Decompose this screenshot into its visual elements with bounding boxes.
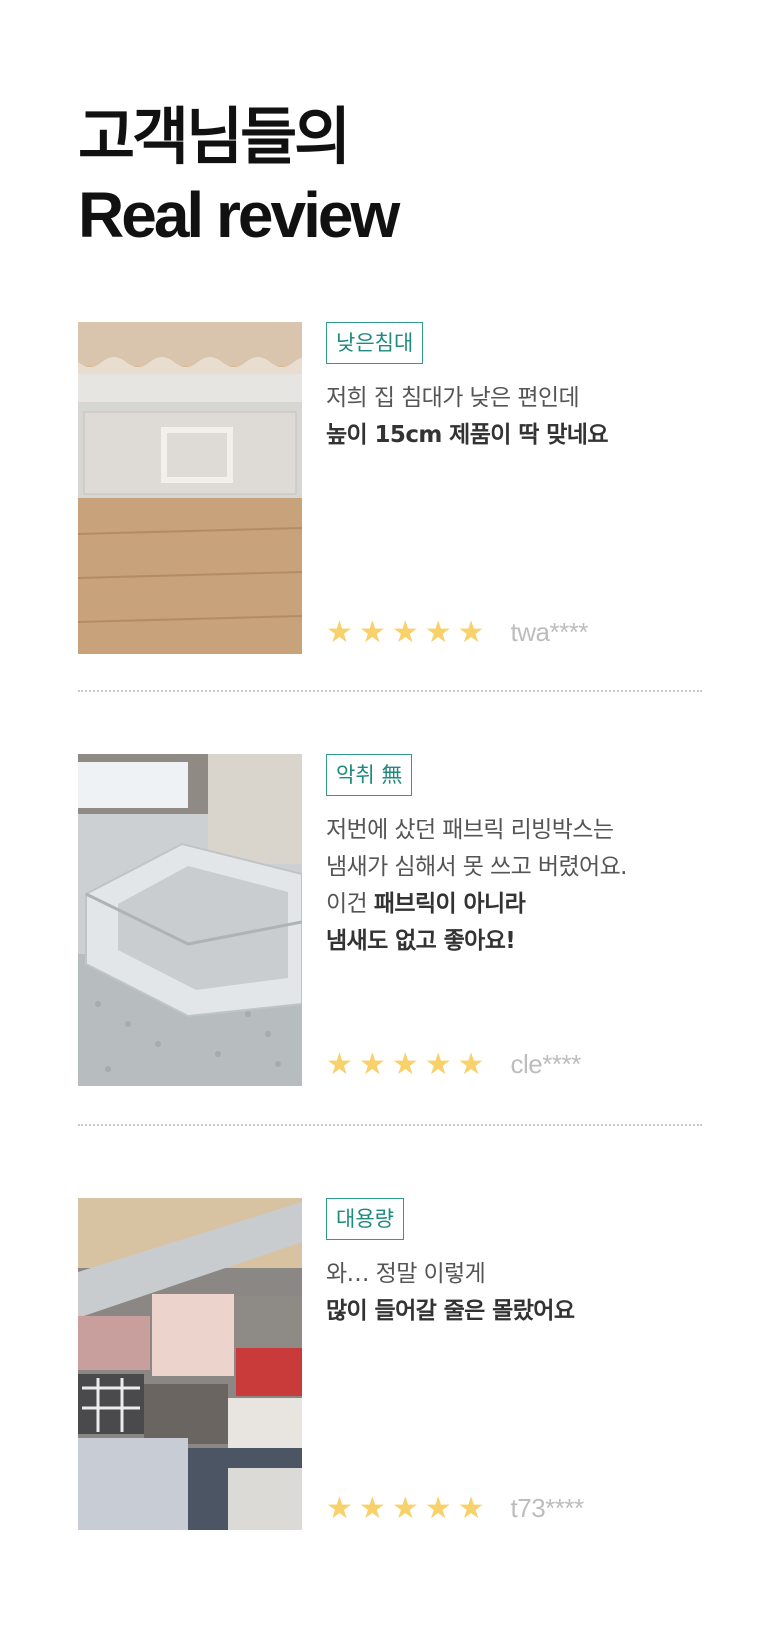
divider [78, 1124, 702, 1126]
star-icon: ★ [326, 1046, 353, 1082]
star-rating: ★ ★ ★ ★ ★ [326, 1490, 491, 1526]
review-text-highlight: 높이 15cm 제품이 딱 맞네요 [326, 422, 608, 448]
star-icon: ★ [391, 1046, 419, 1082]
review-tag: 악취 無 [326, 754, 413, 796]
divider [78, 690, 702, 692]
heading-line-1: 고객님들의 [78, 100, 351, 173]
star-icon: ★ [358, 1490, 386, 1526]
review-text-line: 저번에 샀던 패브릭 리빙박스는 [326, 817, 614, 843]
review-card: 악취 無 저번에 샀던 패브릭 리빙박스는 냄새가 심해서 못 쓰고 버렸어요.… [78, 754, 702, 1086]
review-text-highlight: 많이 들어갈 줄은 몰랐어요 [326, 1298, 575, 1324]
star-icon: ★ [457, 1490, 485, 1526]
star-icon: ★ [424, 1490, 452, 1526]
heading-line-2: Real review [78, 179, 400, 251]
review-text: 저희 집 침대가 낮은 편인데 높이 15cm 제품이 딱 맞네요 [326, 380, 702, 454]
star-icon: ★ [424, 614, 452, 650]
review-tag: 대용량 [326, 1198, 404, 1240]
reviewer-id: twa**** [510, 617, 589, 647]
review-rating: ★ ★ ★ ★ ★ cle**** [326, 1049, 581, 1080]
star-icon: ★ [457, 1046, 485, 1082]
star-rating: ★ ★ ★ ★ ★ [326, 1046, 491, 1082]
review-text: 와… 정말 이렇게 많이 들어갈 줄은 몰랐어요 [326, 1256, 702, 1330]
page-heading: 고객님들의 Real review [78, 98, 698, 254]
star-icon: ★ [326, 614, 353, 650]
star-icon: ★ [326, 1490, 353, 1526]
review-card: 대용량 와… 정말 이렇게 많이 들어갈 줄은 몰랐어요 ★ ★ ★ ★ ★ t… [78, 1198, 702, 1530]
review-card: 낮은침대 저희 집 침대가 낮은 편인데 높이 15cm 제품이 딱 맞네요 ★… [78, 322, 702, 654]
review-text-line: 저희 집 침대가 낮은 편인데 [326, 385, 580, 411]
reviewer-id: cle**** [510, 1049, 582, 1079]
review-photo-clothes-box[interactable] [78, 1198, 302, 1530]
review-text-line: 이건 [326, 891, 374, 917]
star-icon: ★ [391, 1490, 419, 1526]
review-body: 대용량 와… 정말 이렇게 많이 들어갈 줄은 몰랐어요 ★ ★ ★ ★ ★ t… [326, 1198, 702, 1530]
review-text-line: 와… 정말 이렇게 [326, 1261, 486, 1287]
star-rating: ★ ★ ★ ★ ★ [326, 614, 491, 650]
star-icon: ★ [358, 614, 386, 650]
star-icon: ★ [358, 1046, 386, 1082]
review-text-line: 냄새가 심해서 못 쓰고 버렸어요. [326, 854, 627, 880]
star-icon: ★ [424, 1046, 452, 1082]
review-rating: ★ ★ ★ ★ ★ t73**** [326, 1493, 584, 1524]
review-text-highlight: 냄새도 없고 좋아요! [326, 928, 516, 954]
review-photo-fabric-box[interactable] [78, 754, 302, 1086]
review-tag: 낮은침대 [326, 322, 424, 364]
star-icon: ★ [391, 614, 419, 650]
review-body: 악취 無 저번에 샀던 패브릭 리빙박스는 냄새가 심해서 못 쓰고 버렸어요.… [326, 754, 702, 1086]
reviewer-id: t73**** [510, 1493, 585, 1523]
review-body: 낮은침대 저희 집 침대가 낮은 편인데 높이 15cm 제품이 딱 맞네요 ★… [326, 322, 702, 654]
review-text: 저번에 샀던 패브릭 리빙박스는 냄새가 심해서 못 쓰고 버렸어요. 이건 패… [326, 812, 702, 960]
review-rating: ★ ★ ★ ★ ★ twa**** [326, 617, 588, 648]
review-text-highlight: 패브릭이 아니라 [373, 891, 526, 917]
star-icon: ★ [457, 614, 485, 650]
review-photo-underbed-box[interactable] [78, 322, 302, 654]
